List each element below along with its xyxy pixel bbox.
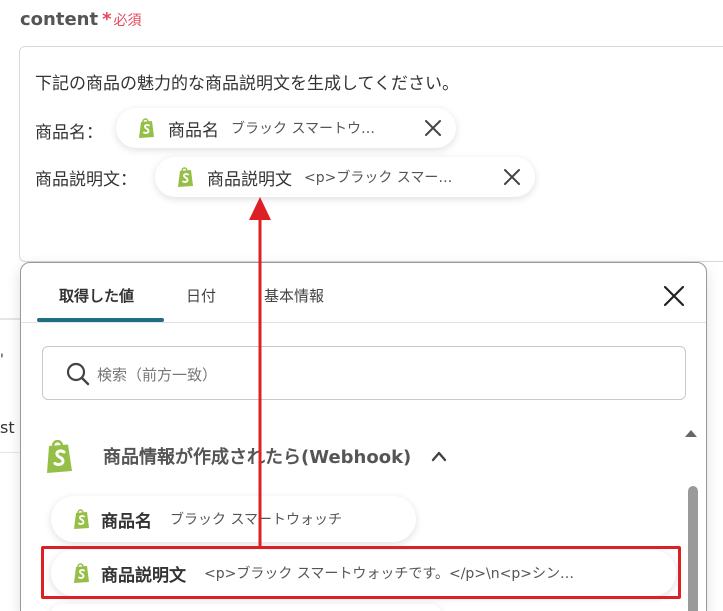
group-title: 商品情報が作成されたら(Webhook) — [103, 447, 412, 468]
chevron-up-icon — [432, 451, 447, 462]
variable-pill-product-description[interactable]: 商品説明文 <p>ブラック スマー… — [155, 157, 535, 197]
required-badge: 必須 — [113, 13, 142, 29]
editor-text-line: 下記の商品の魅力的な商品説明文を生成してください。 — [35, 74, 459, 94]
tab-acquired-values[interactable]: 取得した値 — [59, 285, 134, 306]
list-item-product-name[interactable]: 商品名 ブラック スマートウォッチ — [51, 496, 416, 542]
group-header-product-created[interactable]: 商品情報が作成されたら(Webhook) — [45, 436, 447, 476]
background-divider — [0, 318, 20, 320]
content-editor[interactable]: 下記の商品の魅力的な商品説明文を生成してください。 商品名： 商品説明文： — [19, 46, 723, 262]
pill-value: <p>ブラック スマー… — [304, 170, 453, 186]
item-name: 商品名 — [101, 511, 152, 532]
picker-tabs: 取得した値 日付 基本情報 — [21, 263, 706, 323]
item-value: ブラック スマートウォッチ — [170, 512, 343, 528]
required-star: * — [102, 9, 112, 30]
scroll-up-icon[interactable] — [684, 428, 698, 438]
tab-date[interactable]: 日付 — [186, 285, 216, 306]
pill-name: 商品説明文 — [207, 169, 292, 190]
editor-row-label: 商品名： — [35, 123, 103, 143]
pill-name: 商品名 — [168, 120, 219, 141]
list-item-partial[interactable] — [51, 604, 441, 611]
shopify-icon — [74, 509, 89, 529]
shopify-icon — [178, 167, 193, 187]
field-label-text: content — [20, 9, 99, 30]
search-placeholder: 検索（前方一致） — [97, 366, 218, 384]
pill-value: ブラック スマートウ… — [231, 121, 376, 137]
remove-pill-close-icon[interactable] — [501, 166, 523, 188]
background-divider — [0, 452, 20, 453]
close-icon[interactable] — [661, 283, 687, 309]
remove-pill-close-icon[interactable] — [422, 117, 444, 139]
background-text-fragment: st — [0, 418, 15, 437]
tab-basic-info[interactable]: 基本情報 — [264, 285, 324, 306]
field-label: content * 必須 — [20, 9, 142, 30]
active-tab-indicator — [37, 318, 164, 322]
shopify-icon — [139, 118, 154, 138]
annotation-highlight-box — [41, 546, 681, 599]
search-icon — [66, 362, 90, 386]
editor-row-label: 商品説明文： — [35, 170, 137, 190]
shopify-icon — [47, 439, 72, 473]
scrollbar-thumb[interactable] — [688, 486, 698, 611]
variable-pill-product-name[interactable]: 商品名 ブラック スマートウ… — [116, 108, 456, 148]
background-fragment: ' — [0, 352, 4, 368]
search-input[interactable]: 検索（前方一致） — [42, 346, 686, 400]
